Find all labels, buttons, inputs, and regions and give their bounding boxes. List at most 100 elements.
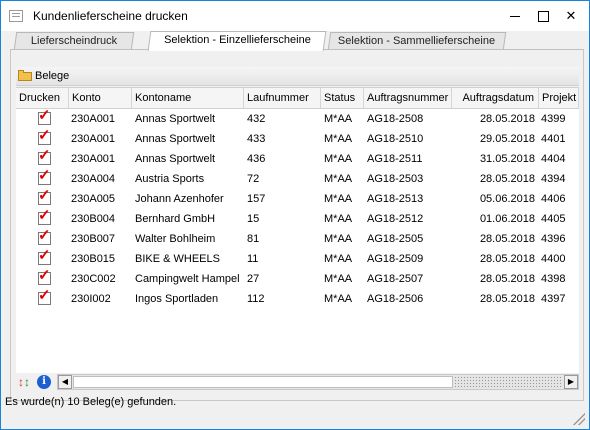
col-header-drucken[interactable]: Drucken bbox=[16, 88, 69, 108]
print-checkbox[interactable]: ✓ bbox=[38, 288, 51, 305]
checkmark-icon: ✓ bbox=[38, 207, 51, 224]
cell-laufnummer: 27 bbox=[247, 273, 260, 285]
cell-projekt: 4398 bbox=[541, 273, 566, 285]
col-header-laufnummer[interactable]: Laufnummer bbox=[244, 88, 321, 108]
print-checkbox[interactable]: ✓ bbox=[38, 168, 51, 185]
table-row[interactable]: ✓ 230C002 Campingwelt Hampel 27 M*AA AG18-250… bbox=[16, 268, 579, 289]
scroll-track-pattern bbox=[454, 376, 562, 388]
horizontal-scrollbar[interactable]: ◀ ▶ bbox=[57, 374, 579, 390]
col-header-projekt[interactable]: Projekt bbox=[539, 88, 579, 108]
table-row[interactable]: ✓ 230A005 Johann Azenhofer 157 M*AA AG18-2513… bbox=[16, 188, 579, 209]
cell-laufnummer: 11 bbox=[247, 253, 259, 265]
cell-kontoname: Annas Sportwelt bbox=[135, 113, 216, 125]
resize-grip[interactable] bbox=[573, 413, 585, 425]
cell-laufnummer: 157 bbox=[247, 193, 266, 205]
checkmark-icon: ✓ bbox=[38, 187, 51, 204]
cell-status: M*AA bbox=[324, 133, 353, 145]
tab-lieferscheindruck[interactable]: Lieferscheindruck bbox=[13, 32, 135, 50]
cell-projekt: 4406 bbox=[541, 193, 566, 205]
checkmark-icon: ✓ bbox=[38, 127, 51, 144]
grid-toolbar: ↕↕ i ◀ ▶ bbox=[16, 374, 579, 391]
print-delivery-notes-window: Kundenlieferscheine drucken ✕ Liefersche… bbox=[0, 0, 590, 430]
checkmark-icon: ✓ bbox=[38, 287, 51, 304]
cell-auftragsnummer: AG18-2511 bbox=[367, 153, 423, 165]
cell-auftragsdatum: 29.05.2018 bbox=[479, 133, 535, 145]
table-row[interactable]: ✓ 230B015 BIKE & WHEELS 11 M*AA AG18-2509 28.0… bbox=[16, 248, 579, 269]
col-header-auftragsdatum[interactable]: Auftragsdatum bbox=[452, 88, 539, 108]
table-row[interactable]: ✓ 230A001 Annas Sportwelt 433 M*AA AG18-2510 2… bbox=[16, 128, 579, 149]
table-row[interactable]: ✓ 230A001 Annas Sportwelt 436 M*AA AG18-2511 3… bbox=[16, 148, 579, 169]
cell-status: M*AA bbox=[324, 173, 353, 185]
cell-auftragsdatum: 28.05.2018 bbox=[479, 253, 535, 265]
cell-projekt: 4400 bbox=[541, 253, 566, 265]
cell-status: M*AA bbox=[324, 233, 353, 245]
minimize-button[interactable] bbox=[501, 1, 529, 31]
cell-kontoname: Annas Sportwelt bbox=[135, 133, 216, 145]
cell-projekt: 4405 bbox=[541, 213, 566, 225]
cell-auftragsnummer: AG18-2510 bbox=[367, 133, 424, 145]
cell-kontoname: Walter Bohlheim bbox=[135, 233, 216, 245]
checkmark-icon: ✓ bbox=[38, 247, 51, 264]
scroll-thumb[interactable] bbox=[73, 376, 453, 388]
col-header-auftragsnummer[interactable]: Auftragsnummer bbox=[364, 88, 452, 108]
cell-konto: 230B015 bbox=[71, 253, 116, 265]
cell-laufnummer: 436 bbox=[247, 153, 266, 165]
cell-konto: 230C002 bbox=[71, 273, 116, 285]
col-header-konto[interactable]: Konto bbox=[69, 88, 132, 108]
scroll-left-button[interactable]: ◀ bbox=[58, 375, 72, 389]
cell-auftragsnummer: AG18-2508 bbox=[367, 113, 424, 125]
title-bar[interactable]: Kundenlieferscheine drucken ✕ bbox=[1, 1, 589, 31]
table-row[interactable]: ✓ 230I002 Ingos Sportladen 112 M*AA AG18-2506… bbox=[16, 288, 579, 309]
cell-auftragsnummer: AG18-2503 bbox=[367, 173, 424, 185]
tab-panel: Belege Drucken Konto Kontoname Laufnumme… bbox=[10, 49, 584, 401]
cell-auftragsdatum: 31.05.2018 bbox=[479, 153, 535, 165]
tab-selektion-einzellieferscheine[interactable]: Selektion - Einzellieferscheine bbox=[147, 31, 327, 51]
cell-kontoname: Campingwelt Hampel bbox=[135, 273, 240, 285]
checkmark-icon: ✓ bbox=[38, 267, 51, 284]
cell-status: M*AA bbox=[324, 293, 353, 305]
cell-auftragsdatum: 05.06.2018 bbox=[479, 193, 535, 205]
belege-grid[interactable]: Drucken Konto Kontoname Laufnummer Statu… bbox=[16, 87, 579, 373]
print-checkbox[interactable]: ✓ bbox=[38, 248, 51, 265]
print-checkbox[interactable]: ✓ bbox=[38, 108, 51, 125]
group-header-belege[interactable]: Belege bbox=[16, 67, 579, 86]
cell-auftragsdatum: 28.05.2018 bbox=[479, 113, 535, 125]
cell-kontoname: Austria Sports bbox=[135, 173, 205, 185]
col-header-kontoname[interactable]: Kontoname bbox=[132, 88, 244, 108]
tab-selektion-sammellieferscheine[interactable]: Selektion - Sammellieferscheine bbox=[327, 32, 507, 50]
cell-konto: 230A004 bbox=[71, 173, 116, 185]
cell-auftragsnummer: AG18-2513 bbox=[367, 193, 424, 205]
close-icon: ✕ bbox=[565, 8, 577, 23]
cell-laufnummer: 15 bbox=[247, 213, 260, 225]
maximize-button[interactable] bbox=[529, 1, 557, 31]
print-checkbox[interactable]: ✓ bbox=[38, 208, 51, 225]
window-title: Kundenlieferscheine drucken bbox=[33, 9, 188, 23]
app-window-icon bbox=[9, 10, 23, 22]
cell-konto: 230I002 bbox=[71, 293, 111, 305]
table-row[interactable]: ✓ 230B007 Walter Bohlheim 81 M*AA AG18-2505 28… bbox=[16, 228, 579, 249]
cell-laufnummer: 112 bbox=[247, 293, 265, 305]
print-checkbox[interactable]: ✓ bbox=[38, 268, 51, 285]
cell-projekt: 4399 bbox=[541, 113, 566, 125]
print-checkbox[interactable]: ✓ bbox=[38, 228, 51, 245]
cell-projekt: 4397 bbox=[541, 293, 566, 305]
print-checkbox[interactable]: ✓ bbox=[38, 128, 51, 145]
cell-konto: 230B004 bbox=[71, 213, 116, 225]
table-row[interactable]: ✓ 230B004 Bernhard GmbH 15 M*AA AG18-2512 01.0… bbox=[16, 208, 579, 229]
swap-icon[interactable]: ↕↕ bbox=[18, 375, 34, 390]
print-checkbox[interactable]: ✓ bbox=[38, 188, 51, 205]
print-checkbox[interactable]: ✓ bbox=[38, 148, 51, 165]
table-row[interactable]: ✓ 230A004 Austria Sports 72 M*AA AG18-2503 28.… bbox=[16, 168, 579, 189]
cell-kontoname: Johann Azenhofer bbox=[135, 193, 224, 205]
cell-laufnummer: 432 bbox=[247, 113, 266, 125]
info-icon[interactable]: i bbox=[37, 375, 51, 389]
cell-projekt: 4394 bbox=[541, 173, 566, 185]
status-text: Es wurde(n) 10 Beleg(e) gefunden. bbox=[5, 396, 177, 408]
cell-kontoname: BIKE & WHEELS bbox=[135, 253, 220, 265]
cell-auftragsdatum: 28.05.2018 bbox=[479, 273, 535, 285]
col-header-status[interactable]: Status bbox=[321, 88, 364, 108]
table-row[interactable]: ✓ 230A001 Annas Sportwelt 432 M*AA AG18-2508 2… bbox=[16, 108, 579, 129]
checkmark-icon: ✓ bbox=[38, 227, 51, 244]
scroll-right-button[interactable]: ▶ bbox=[564, 375, 578, 389]
close-button[interactable]: ✕ bbox=[557, 1, 585, 31]
